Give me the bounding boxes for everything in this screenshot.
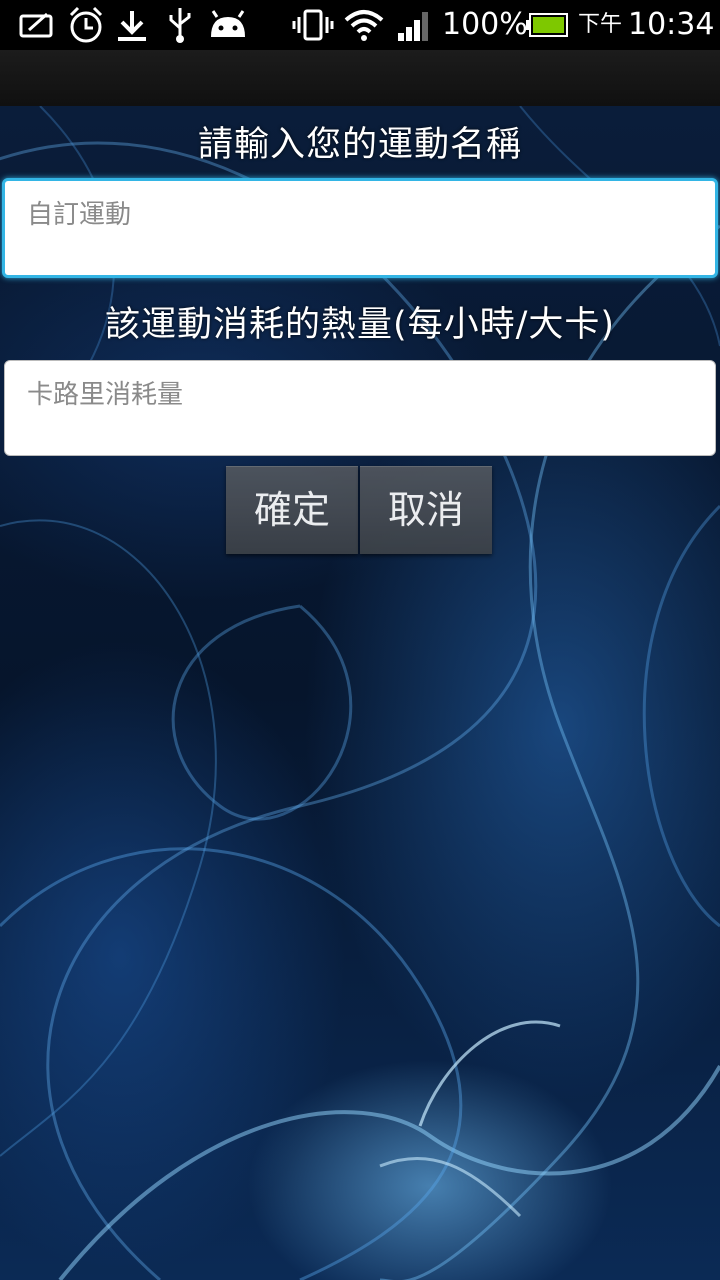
action-bar (0, 50, 720, 106)
vibrate-icon (290, 5, 336, 45)
exercise-name-input[interactable] (25, 199, 699, 231)
notification-icon (18, 5, 58, 45)
signal-icon (394, 5, 434, 45)
clock: 10:34 (628, 7, 715, 42)
time-period: 下午 (578, 12, 623, 37)
download-icon (112, 5, 152, 45)
wifi-icon (342, 5, 386, 45)
alarm-icon (66, 5, 106, 45)
status-bar: 100% 下午 10:34 (0, 0, 720, 50)
background-image (0, 106, 720, 1280)
exercise-name-field[interactable] (2, 178, 718, 278)
cancel-button[interactable]: 取消 (360, 466, 492, 554)
battery-icon (524, 5, 570, 45)
confirm-button[interactable]: 確定 (226, 466, 358, 554)
android-icon (206, 5, 250, 45)
battery-percent: 100% (442, 7, 528, 42)
exercise-name-label: 請輸入您的運動名稱 (197, 125, 522, 165)
app-screen: 100% 下午 10:34 請輸入您的運動名稱 該運動消耗的熱量(每小時/大卡) (0, 0, 720, 1280)
calorie-input[interactable] (25, 379, 699, 411)
calorie-field[interactable] (4, 360, 716, 456)
calorie-label: 該運動消耗的熱量(每小時/大卡) (104, 305, 616, 345)
usb-icon (160, 5, 200, 45)
